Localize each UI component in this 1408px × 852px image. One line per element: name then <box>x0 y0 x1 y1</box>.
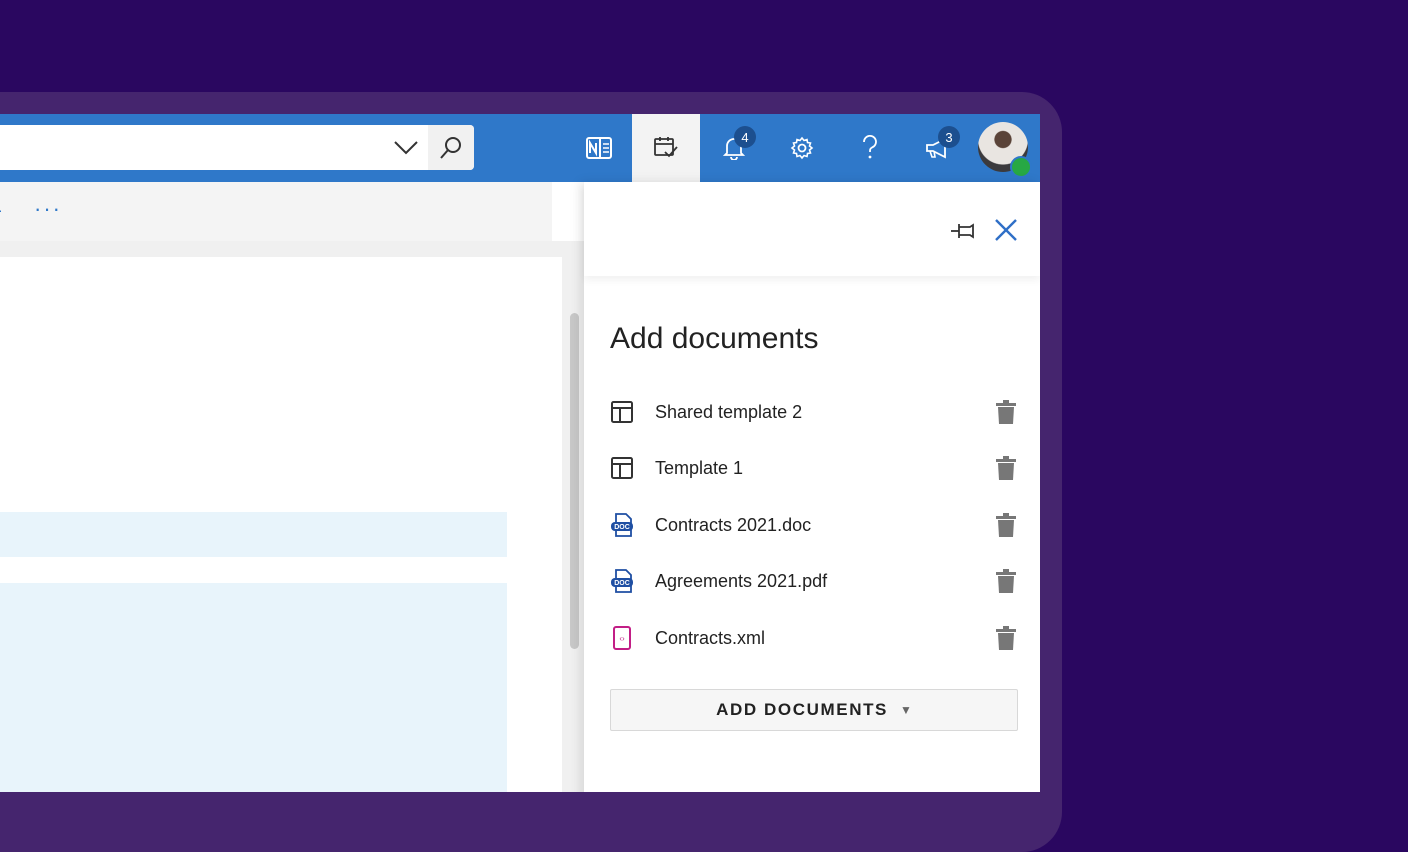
document-list-item[interactable]: DOC Contracts 2021.doc <box>610 505 1020 545</box>
trash-icon <box>996 400 1016 424</box>
onenote-icon <box>586 137 612 159</box>
help-button[interactable] <box>836 114 904 182</box>
search-input[interactable] <box>0 125 474 170</box>
document-page <box>0 257 562 792</box>
announcements-button[interactable] <box>904 114 972 182</box>
caret-down-icon: ▼ <box>900 703 912 717</box>
announcements-badge: 3 <box>938 126 960 148</box>
document-canvas <box>0 241 584 792</box>
panel-title: Add documents <box>610 322 819 355</box>
delete-document-button[interactable] <box>992 398 1020 426</box>
document-assembly-button[interactable] <box>632 114 700 182</box>
pin-icon <box>951 223 974 239</box>
panel-header <box>584 182 1040 276</box>
doc-file-icon: DOC <box>610 569 634 593</box>
document-name: Contracts 2021.doc <box>655 515 812 535</box>
document-name: Contracts.xml <box>655 628 766 648</box>
search-scope-dropdown[interactable] <box>384 125 428 170</box>
presence-status-indicator <box>1010 156 1032 178</box>
svg-text:‹›: ‹› <box>619 634 625 643</box>
trash-icon <box>996 626 1016 650</box>
document-list-item[interactable]: Template 1 <box>610 448 1020 488</box>
chevron-down-icon <box>394 140 418 154</box>
xml-file-icon: ‹› <box>610 626 634 650</box>
delete-document-button[interactable] <box>992 454 1020 482</box>
delete-document-button[interactable] <box>992 624 1020 652</box>
search-icon <box>440 136 461 159</box>
vertical-scrollbar[interactable] <box>570 313 579 649</box>
document-name: Agreements 2021.pdf <box>655 571 828 591</box>
document-list-item[interactable]: Shared template 2 <box>610 392 1020 432</box>
document-name: Shared template 2 <box>655 402 803 422</box>
trash-icon <box>996 513 1016 537</box>
close-panel-button[interactable] <box>990 214 1022 246</box>
settings-button[interactable] <box>768 114 836 182</box>
calendar-check-icon <box>654 137 678 158</box>
onenote-button[interactable] <box>565 114 633 182</box>
add-documents-panel: Add documents Shared template 2 Template… <box>584 182 1040 792</box>
highlighted-row <box>0 512 507 557</box>
delete-document-button[interactable] <box>992 567 1020 595</box>
document-name: Template 1 <box>655 458 744 478</box>
top-bar: 4 3 <box>0 114 1040 182</box>
highlighted-section <box>0 583 507 792</box>
ribbon-divider: · <box>0 202 3 218</box>
avatar[interactable] <box>978 122 1032 178</box>
document-list-item[interactable]: DOC Agreements 2021.pdf <box>610 561 1020 601</box>
notifications-button[interactable] <box>700 114 768 182</box>
add-documents-button[interactable]: ADD DOCUMENTS ▼ <box>610 689 1018 731</box>
help-icon <box>863 135 877 159</box>
gear-icon <box>790 136 814 160</box>
search-button[interactable] <box>428 125 474 170</box>
add-documents-label: ADD DOCUMENTS <box>716 700 889 719</box>
close-icon <box>995 219 1017 241</box>
template-icon <box>610 456 634 480</box>
more-options-button[interactable]: ··· <box>34 196 62 222</box>
trash-icon <box>996 456 1016 480</box>
pin-panel-button[interactable] <box>948 215 980 247</box>
document-list-item[interactable]: ‹› Contracts.xml <box>610 618 1020 658</box>
delete-document-button[interactable] <box>992 511 1020 539</box>
svg-text:DOC: DOC <box>614 580 630 587</box>
svg-text:DOC: DOC <box>614 524 630 531</box>
ribbon-toolbar: · ··· <box>0 182 552 241</box>
doc-file-icon: DOC <box>610 513 634 537</box>
template-icon <box>610 400 634 424</box>
trash-icon <box>996 569 1016 593</box>
notifications-badge: 4 <box>734 126 756 148</box>
app-window: 4 3 · ··· <box>0 114 1040 792</box>
